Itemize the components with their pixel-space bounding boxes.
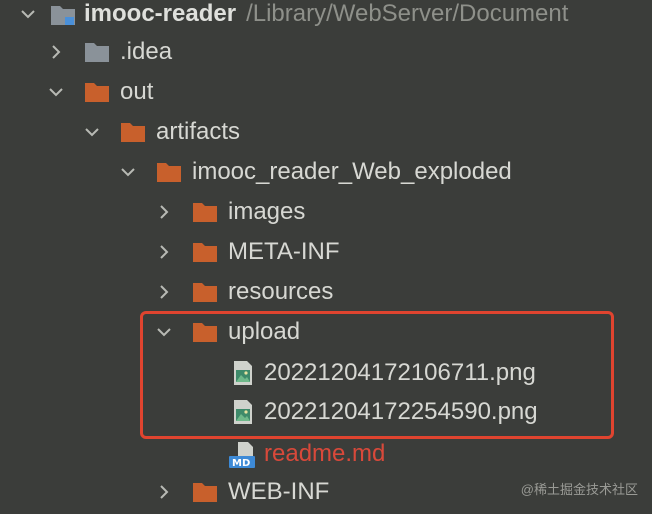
tree-item-label: readme.md <box>264 440 386 467</box>
tree-item-label: META-INF <box>228 238 340 265</box>
folder-icon <box>156 161 182 183</box>
folder-icon <box>120 121 146 143</box>
folder-icon <box>84 81 110 103</box>
folder-icon <box>192 281 218 303</box>
markdown-file-icon: MD <box>229 441 255 469</box>
tree-item-label: resources <box>228 278 334 305</box>
highlight-annotation-box <box>140 311 614 439</box>
tree-row-web-exploded[interactable]: imooc_reader_Web_exploded <box>0 153 652 191</box>
tree-item-label: imooc_reader_Web_exploded <box>192 158 512 185</box>
tree-row-idea[interactable]: .idea <box>0 33 652 71</box>
svg-text:MD: MD <box>232 458 250 469</box>
root-name: imooc-reader <box>84 0 237 27</box>
folder-icon <box>192 241 218 263</box>
root-label: imooc-reader/Library/WebServer/Document <box>84 2 568 26</box>
tree-item-label: artifacts <box>156 118 241 145</box>
folder-icon <box>84 41 110 63</box>
chevron-right-icon[interactable] <box>156 204 172 220</box>
chevron-down-icon[interactable] <box>84 124 100 140</box>
chevron-down-icon[interactable] <box>20 6 36 22</box>
module-folder-icon <box>50 3 76 25</box>
chevron-right-icon[interactable] <box>48 44 64 60</box>
tree-row-images[interactable]: images <box>0 193 652 231</box>
project-tree: imooc-reader/Library/WebServer/Document … <box>0 0 652 514</box>
folder-icon <box>192 201 218 223</box>
tree-row-root[interactable]: imooc-reader/Library/WebServer/Document <box>0 0 652 33</box>
tree-row-out[interactable]: out <box>0 73 652 111</box>
tree-item-label: .idea <box>120 38 173 65</box>
tree-row-artifacts[interactable]: artifacts <box>0 113 652 151</box>
tree-item-label: images <box>228 198 306 225</box>
chevron-right-icon[interactable] <box>156 244 172 260</box>
tree-row-readme[interactable]: MD readme.md <box>0 435 652 473</box>
tree-row-meta-inf[interactable]: META-INF <box>0 233 652 271</box>
chevron-down-icon[interactable] <box>120 164 136 180</box>
chevron-down-icon[interactable] <box>48 84 64 100</box>
tree-item-label: out <box>120 78 154 105</box>
tree-item-label: WEB-INF <box>228 478 330 505</box>
chevron-right-icon[interactable] <box>156 284 172 300</box>
chevron-right-icon[interactable] <box>156 484 172 500</box>
folder-icon <box>192 481 218 503</box>
root-path: /Library/WebServer/Document <box>246 0 569 27</box>
watermark: @稀土掘金技术社区 <box>520 482 638 497</box>
tree-row-resources[interactable]: resources <box>0 273 652 311</box>
